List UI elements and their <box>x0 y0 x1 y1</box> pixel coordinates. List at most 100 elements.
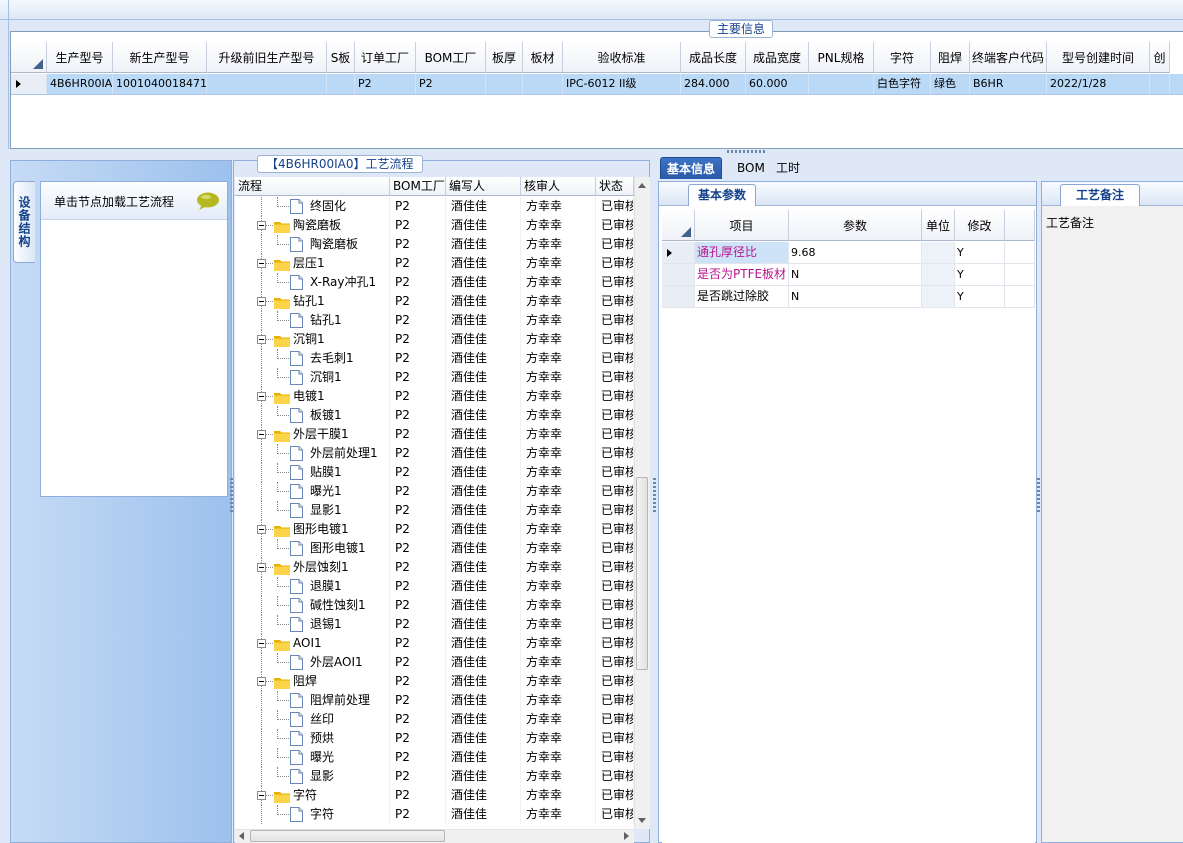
tree-cell-status[interactable]: 已审核 <box>596 558 634 577</box>
tree-row[interactable]: 退膜1 P2 酒佳佳 方幸幸 已审核 <box>235 577 634 596</box>
tree-cell-reviewer[interactable]: 方幸幸 <box>521 691 596 710</box>
tree-row[interactable]: 丝印 P2 酒佳佳 方幸幸 已审核 <box>235 710 634 729</box>
tree-cell-writer[interactable]: 酒佳佳 <box>446 577 521 596</box>
tree-cell-reviewer[interactable]: 方幸幸 <box>521 805 596 824</box>
collapse-icon[interactable] <box>257 335 266 344</box>
tree-cell-status[interactable]: 已审核 <box>596 216 634 235</box>
tree-row[interactable]: 字符 P2 酒佳佳 方幸幸 已审核 <box>235 786 634 805</box>
collapse-icon[interactable] <box>257 677 266 686</box>
params-cell-item[interactable]: 是否跳过除胶 <box>695 286 789 307</box>
tree-row[interactable]: 去毛刺1 P2 酒佳佳 方幸幸 已审核 <box>235 349 634 368</box>
tree-row[interactable]: 字符 P2 酒佳佳 方幸幸 已审核 <box>235 805 634 824</box>
tree-cell-status[interactable]: 已审核 <box>596 254 634 273</box>
tree-cell-status[interactable]: 已审核 <box>596 539 634 558</box>
main-cell[interactable]: 284.000 <box>681 74 746 94</box>
scroll-down-arrow-icon[interactable] <box>635 813 649 827</box>
tree-cell-reviewer[interactable]: 方幸幸 <box>521 558 596 577</box>
tree-node[interactable]: 沉铜1 <box>235 330 390 349</box>
params-cell-unit[interactable] <box>922 242 955 263</box>
tree-cell-reviewer[interactable]: 方幸幸 <box>521 349 596 368</box>
horizontal-splitter[interactable] <box>0 149 1183 155</box>
tree-cell-bom[interactable]: P2 <box>390 235 446 254</box>
params-cell-modify[interactable]: Y <box>955 242 1005 263</box>
tree-cell-bom[interactable]: P2 <box>390 387 446 406</box>
tree-cell-reviewer[interactable]: 方幸幸 <box>521 387 596 406</box>
tree-row[interactable]: 外层蚀刻1 P2 酒佳佳 方幸幸 已审核 <box>235 558 634 577</box>
tree-cell-reviewer[interactable]: 方幸幸 <box>521 482 596 501</box>
tab-basic-params[interactable]: 基本参数 <box>688 184 757 206</box>
scroll-left-arrow-icon[interactable] <box>236 830 248 842</box>
scroll-up-arrow-icon[interactable] <box>635 179 649 193</box>
main-cell[interactable] <box>809 74 874 94</box>
tree-node[interactable]: 贴膜1 <box>235 463 390 482</box>
tree-cell-writer[interactable]: 酒佳佳 <box>446 729 521 748</box>
tree-cell-writer[interactable]: 酒佳佳 <box>446 615 521 634</box>
tree-cell-writer[interactable]: 酒佳佳 <box>446 520 521 539</box>
main-cell[interactable] <box>1150 74 1170 94</box>
tree-cell-bom[interactable]: P2 <box>390 634 446 653</box>
main-cell[interactable]: P2 <box>355 74 416 94</box>
tree-cell-status[interactable]: 已审核 <box>596 748 634 767</box>
main-col-header[interactable]: 板厚 <box>486 42 523 73</box>
right-splitter-grip-icon[interactable] <box>1037 478 1040 514</box>
tree-row[interactable]: 阻焊 P2 酒佳佳 方幸幸 已审核 <box>235 672 634 691</box>
tab-process-remark[interactable]: 工艺备注 <box>1060 184 1141 206</box>
tree-cell-writer[interactable]: 酒佳佳 <box>446 672 521 691</box>
tree-cell-status[interactable]: 已审核 <box>596 330 634 349</box>
tree-cell-reviewer[interactable]: 方幸幸 <box>521 653 596 672</box>
tree-cell-reviewer[interactable]: 方幸幸 <box>521 463 596 482</box>
tree-node[interactable]: 终固化 <box>235 197 390 216</box>
tree-cell-status[interactable]: 已审核 <box>596 235 634 254</box>
tree-cell-status[interactable]: 已审核 <box>596 311 634 330</box>
tree-cell-status[interactable]: 已审核 <box>596 786 634 805</box>
params-col-header[interactable]: 参数 <box>789 210 922 241</box>
tree-cell-writer[interactable]: 酒佳佳 <box>446 444 521 463</box>
tree-cell-reviewer[interactable]: 方幸幸 <box>521 216 596 235</box>
main-col-header[interactable]: 字符 <box>874 42 931 73</box>
tree-cell-writer[interactable]: 酒佳佳 <box>446 710 521 729</box>
tree-cell-bom[interactable]: P2 <box>390 349 446 368</box>
tree-cell-bom[interactable]: P2 <box>390 425 446 444</box>
tree-cell-reviewer[interactable]: 方幸幸 <box>521 615 596 634</box>
tab-equipment-structure[interactable]: 设备结构 <box>13 181 35 263</box>
tree-cell-bom[interactable]: P2 <box>390 805 446 824</box>
tree-node[interactable]: 预烘 <box>235 729 390 748</box>
main-cell[interactable]: 10010400184714 <box>113 74 207 94</box>
tree-cell-bom[interactable]: P2 <box>390 463 446 482</box>
params-cell-modify[interactable]: Y <box>955 264 1005 285</box>
main-col-header[interactable]: PNL规格 <box>809 42 874 73</box>
tree-row[interactable]: 沉铜1 P2 酒佳佳 方幸幸 已审核 <box>235 368 634 387</box>
tree-cell-reviewer[interactable]: 方幸幸 <box>521 729 596 748</box>
main-cell[interactable]: IPC-6012 II级 <box>563 74 681 94</box>
tree-cell-status[interactable]: 已审核 <box>596 425 634 444</box>
tree-node[interactable]: 钻孔1 <box>235 292 390 311</box>
collapse-icon[interactable] <box>257 259 266 268</box>
tree-cell-status[interactable]: 已审核 <box>596 292 634 311</box>
tree-cell-writer[interactable]: 酒佳佳 <box>446 539 521 558</box>
tree-cell-writer[interactable]: 酒佳佳 <box>446 805 521 824</box>
main-col-header[interactable]: 创 <box>1150 42 1170 73</box>
tree-row[interactable]: 层压1 P2 酒佳佳 方幸幸 已审核 <box>235 254 634 273</box>
main-col-header[interactable]: 成品宽度 <box>746 42 809 73</box>
tree-row[interactable]: 外层AOI1 P2 酒佳佳 方幸幸 已审核 <box>235 653 634 672</box>
params-row[interactable]: 是否为PTFE板材 N Y <box>662 264 1035 286</box>
tree-cell-bom[interactable]: P2 <box>390 216 446 235</box>
tree-row[interactable]: 曝光 P2 酒佳佳 方幸幸 已审核 <box>235 748 634 767</box>
tree-cell-reviewer[interactable]: 方幸幸 <box>521 235 596 254</box>
tree-row[interactable]: 板镀1 P2 酒佳佳 方幸幸 已审核 <box>235 406 634 425</box>
tree-node[interactable]: 沉铜1 <box>235 368 390 387</box>
params-cell-param[interactable]: N <box>789 286 922 307</box>
tree-cell-bom[interactable]: P2 <box>390 672 446 691</box>
tree-cell-bom[interactable]: P2 <box>390 615 446 634</box>
main-grid-corner[interactable] <box>11 42 47 73</box>
tree-cell-status[interactable]: 已审核 <box>596 691 634 710</box>
tree-node[interactable]: 外层AOI1 <box>235 653 390 672</box>
tree-cell-bom[interactable]: P2 <box>390 748 446 767</box>
tree-cell-bom[interactable]: P2 <box>390 273 446 292</box>
tree-cell-status[interactable]: 已审核 <box>596 672 634 691</box>
params-cell-modify[interactable]: Y <box>955 286 1005 307</box>
tree-cell-status[interactable]: 已审核 <box>596 501 634 520</box>
tree-cell-writer[interactable]: 酒佳佳 <box>446 387 521 406</box>
tree-node[interactable]: 外层前处理1 <box>235 444 390 463</box>
tree-cell-writer[interactable]: 酒佳佳 <box>446 368 521 387</box>
